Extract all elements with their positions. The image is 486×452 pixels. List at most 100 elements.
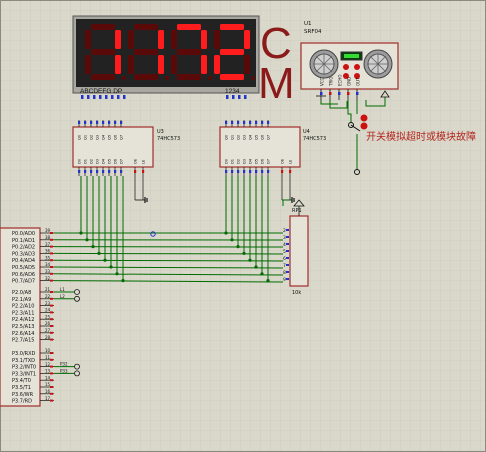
latch-bottom-label: D3 bbox=[96, 159, 100, 164]
segment-pins-label: ABCDEFG DP bbox=[80, 88, 122, 95]
microcontroller[interactable]: P0.0/AD0 39 P0.1/AD1 38 P0.2/AD2 37 P0.3/AD3 36… bbox=[0, 227, 54, 407]
mcu-pin-dot bbox=[50, 291, 53, 293]
latch-ctrl-label: LE bbox=[289, 159, 293, 164]
mcu-pin-dot bbox=[50, 238, 53, 241]
latch-u4-part: 74HC573 bbox=[303, 136, 326, 142]
latch-ctrl-label: OE bbox=[281, 158, 285, 164]
latch-bottom-dot bbox=[102, 170, 105, 173]
latch-bottom-label: D1 bbox=[231, 159, 235, 164]
mcu-pin-name: P3.6/WR bbox=[12, 392, 34, 398]
mcu-pin-number: 13 bbox=[45, 369, 51, 374]
latch-top-label: Q4 bbox=[249, 134, 253, 140]
junction-dot bbox=[91, 245, 95, 249]
latch-top-label: Q0 bbox=[78, 134, 82, 140]
mcu-pin-dot bbox=[50, 358, 53, 361]
mcu-pin-name: P2.3/A11 bbox=[12, 310, 34, 316]
latch-top-dot bbox=[114, 121, 117, 124]
junction-dot bbox=[97, 251, 101, 255]
resistor-pin-number: 9 bbox=[283, 277, 286, 283]
latch-bottom-dot bbox=[243, 170, 246, 173]
schematic-canvas: ABCDEFG DP 1234 C M U1 SRF04 VCC TRIG ECHO… bbox=[0, 0, 486, 452]
mcu-pin-number: 34 bbox=[45, 262, 51, 267]
ultrasonic-pin-label: TRIG bbox=[329, 76, 334, 87]
segment-d bbox=[134, 74, 158, 80]
display-seg-pin bbox=[87, 95, 90, 99]
segment-a bbox=[134, 24, 158, 30]
decimal-point bbox=[122, 76, 126, 80]
latch-top-dot bbox=[255, 121, 258, 124]
display-seg-pin bbox=[111, 95, 114, 99]
ultrasonic-pin-label: ECHO bbox=[338, 75, 343, 86]
latch-bottom-label: D5 bbox=[108, 159, 112, 164]
latch-top-dot bbox=[78, 121, 81, 124]
display-dig-pin bbox=[226, 95, 229, 99]
mcu-pin-name: P3.0/RXD bbox=[12, 351, 36, 357]
digit-pins-label: 1234 bbox=[225, 88, 240, 95]
net-label: L2 bbox=[60, 294, 65, 299]
latch-bottom-dot bbox=[78, 170, 81, 173]
display-dig-pin bbox=[232, 95, 235, 99]
mcu-pin-dot bbox=[50, 304, 53, 307]
latch-bottom-dot bbox=[225, 170, 228, 173]
mcu-pin-name: P3.3/INT1 bbox=[12, 371, 36, 377]
mcu-pin-dot bbox=[50, 386, 53, 388]
latch-top-label: Q7 bbox=[120, 135, 124, 140]
ultrasonic-pin-label: VCC bbox=[320, 77, 325, 86]
mcu-pin-number: 38 bbox=[45, 235, 51, 240]
segment-d bbox=[177, 74, 201, 80]
segment-d bbox=[91, 74, 115, 80]
junction-dot bbox=[79, 231, 83, 235]
latch-top-dot bbox=[90, 121, 93, 124]
junction-dot bbox=[260, 272, 264, 276]
display-dig-pin bbox=[238, 95, 241, 99]
mcu-pin-dot bbox=[50, 379, 53, 382]
mcu-pin-name: P0.7/AD7 bbox=[12, 279, 35, 285]
mcu-pin-number: 36 bbox=[45, 249, 51, 254]
mcu-pin-number: 10 bbox=[45, 348, 51, 353]
latch-top-label: Q1 bbox=[231, 135, 235, 140]
mcu-pin-dot bbox=[50, 252, 53, 255]
mcu-pin-dot bbox=[50, 279, 53, 282]
mcu-pin-number: 28 bbox=[45, 335, 51, 340]
latch-top-label: Q2 bbox=[237, 135, 241, 140]
net-label: P33 bbox=[60, 368, 68, 373]
resistor-pack-value: 10k bbox=[292, 290, 301, 296]
resistor-pin-number: 2 bbox=[283, 228, 286, 234]
seven-segment-display[interactable]: ABCDEFG DP 1234 bbox=[72, 15, 260, 99]
latch-top-label: Q5 bbox=[108, 135, 112, 140]
mcu-pin-number: 16 bbox=[45, 389, 51, 394]
latch-ctrl-dot bbox=[134, 170, 137, 173]
mcu-pin-name: P0.4/AD4 bbox=[12, 258, 35, 264]
latch-top-dot bbox=[237, 121, 240, 124]
segment-b bbox=[244, 30, 250, 49]
segment-f bbox=[171, 30, 177, 49]
latch-top-dot bbox=[249, 121, 252, 124]
latch-top-label: Q2 bbox=[90, 135, 94, 140]
latch-top-label: Q5 bbox=[255, 135, 259, 140]
mcu-pin-name: P0.3/AD3 bbox=[12, 251, 35, 257]
junction-dot bbox=[109, 265, 113, 269]
latch-bottom-dot bbox=[255, 170, 258, 173]
latch-bottom-dot bbox=[114, 170, 117, 173]
mcu-pin-name: P3.2/INT0 bbox=[12, 365, 36, 371]
latch-top-dot bbox=[231, 121, 234, 124]
junction-dot bbox=[121, 279, 125, 283]
mcu-pin-dot bbox=[50, 331, 53, 334]
junction-dot bbox=[85, 238, 89, 242]
resistor-pin-dot bbox=[286, 257, 289, 259]
latch-bottom-dot bbox=[249, 170, 252, 173]
junction-dot bbox=[236, 245, 240, 249]
mcu-pin-number: 11 bbox=[45, 355, 51, 360]
latch-top-dot bbox=[108, 121, 111, 124]
latch-top-label: Q3 bbox=[243, 135, 247, 140]
mcu-pin-number: 21 bbox=[45, 287, 51, 292]
latch-top-label: Q0 bbox=[225, 134, 229, 140]
segment-a bbox=[220, 24, 244, 30]
latch-ctrl-dot bbox=[281, 170, 284, 173]
mcu-pin-dot bbox=[50, 338, 53, 341]
segment-c bbox=[158, 55, 164, 74]
latch-bottom-label: D6 bbox=[114, 158, 118, 164]
latch-bottom-label: D2 bbox=[90, 159, 94, 164]
segment-c bbox=[201, 55, 207, 74]
latch-u4-ref: U4 bbox=[303, 129, 310, 135]
